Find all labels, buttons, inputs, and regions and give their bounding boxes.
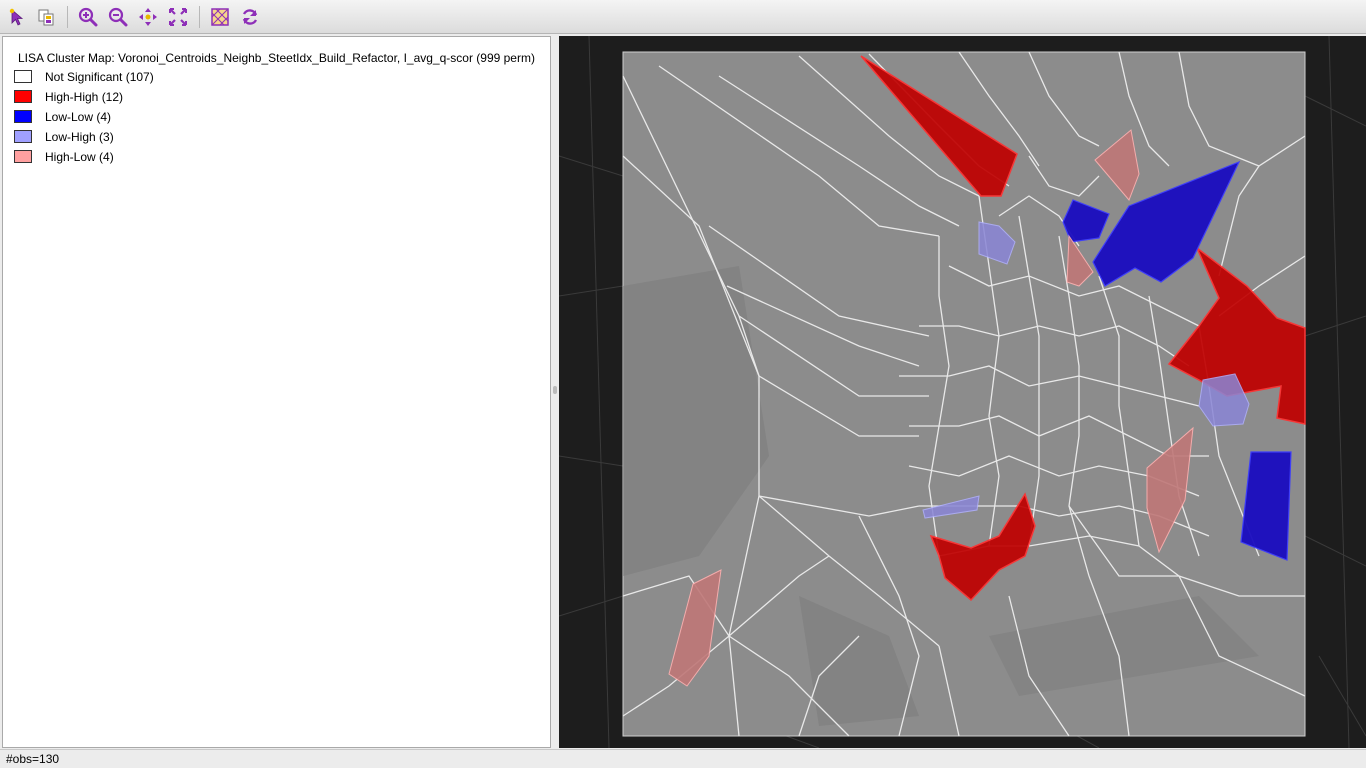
toolbar-separator: [67, 6, 68, 28]
map-canvas[interactable]: [558, 35, 1366, 749]
map-svg[interactable]: [558, 35, 1366, 749]
pan-icon[interactable]: [137, 6, 159, 28]
legend-label: High-High (12): [45, 90, 124, 104]
map-toolbar: [0, 0, 1366, 34]
legend-swatch: [14, 130, 32, 143]
zoom-out-icon[interactable]: [107, 6, 129, 28]
legend-label: High-Low (4): [45, 150, 114, 164]
legend-swatch: [14, 90, 32, 103]
legend-swatch: [14, 70, 32, 83]
refresh-icon[interactable]: [239, 6, 261, 28]
fit-extent-icon[interactable]: [167, 6, 189, 28]
status-bar: #obs=130: [0, 749, 1366, 768]
legend-swatch: [14, 110, 32, 123]
legend-panel: LISA Cluster Map: Voronoi_Centroids_Neig…: [2, 36, 551, 748]
panel-splitter[interactable]: [551, 36, 559, 748]
select-icon[interactable]: [6, 6, 28, 28]
zoom-in-icon[interactable]: [77, 6, 99, 28]
splitter-grip[interactable]: [553, 386, 557, 394]
obs-count: #obs=130: [6, 752, 60, 766]
toolbar-separator: [199, 6, 200, 28]
legend-label: Low-High (3): [45, 130, 114, 144]
legend-label: Low-Low (4): [45, 110, 112, 124]
basemap-icon[interactable]: [209, 6, 231, 28]
legend-swatch: [14, 150, 32, 163]
legend-title: LISA Cluster Map: Voronoi_Centroids_Neig…: [18, 51, 535, 65]
legend-label: Not Significant (107): [45, 70, 154, 84]
copy-map-icon[interactable]: [35, 6, 57, 28]
